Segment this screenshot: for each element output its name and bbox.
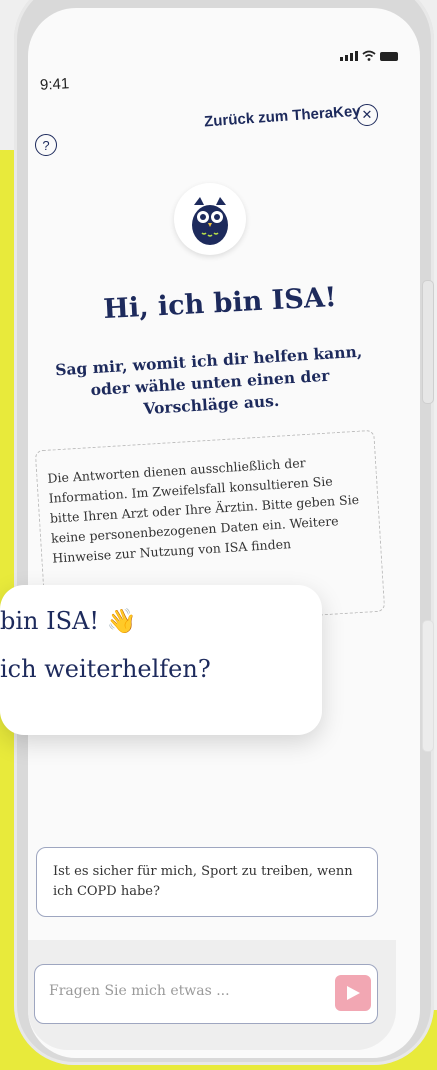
- signal-icon: [340, 51, 358, 61]
- close-icon: ✕: [361, 107, 373, 122]
- chat-bubble-line2: ich weiterhelfen?: [0, 655, 211, 683]
- battery-icon: [380, 52, 398, 61]
- send-icon: [347, 986, 360, 1000]
- isa-avatar: [174, 183, 246, 255]
- disclaimer-text: Die Antworten dienen ausschließlich der …: [47, 455, 360, 566]
- suggestion-chip[interactable]: Ist es sicher für mich, Sport zu treiben…: [36, 847, 378, 917]
- help-button[interactable]: ?: [35, 134, 57, 156]
- phone-side-button-lower: [422, 620, 434, 752]
- status-icons: [340, 50, 398, 61]
- help-icon: ?: [42, 137, 50, 153]
- status-time: 9:41: [39, 75, 70, 94]
- chat-bubble-line1: bin ISA! 👋: [0, 607, 137, 635]
- owl-avatar-icon: [192, 197, 228, 245]
- wifi-icon: [362, 50, 376, 61]
- suggestion-text: Ist es sicher für mich, Sport zu treiben…: [53, 864, 353, 899]
- chat-bubble: bin ISA! 👋 ich weiterhelfen?: [0, 585, 322, 735]
- input-placeholder: Fragen Sie mich etwas ...: [49, 983, 230, 999]
- question-input[interactable]: Fragen Sie mich etwas ...: [34, 964, 378, 1024]
- close-button[interactable]: ✕: [356, 104, 378, 126]
- phone-side-button: [422, 280, 434, 404]
- send-button[interactable]: [335, 975, 371, 1011]
